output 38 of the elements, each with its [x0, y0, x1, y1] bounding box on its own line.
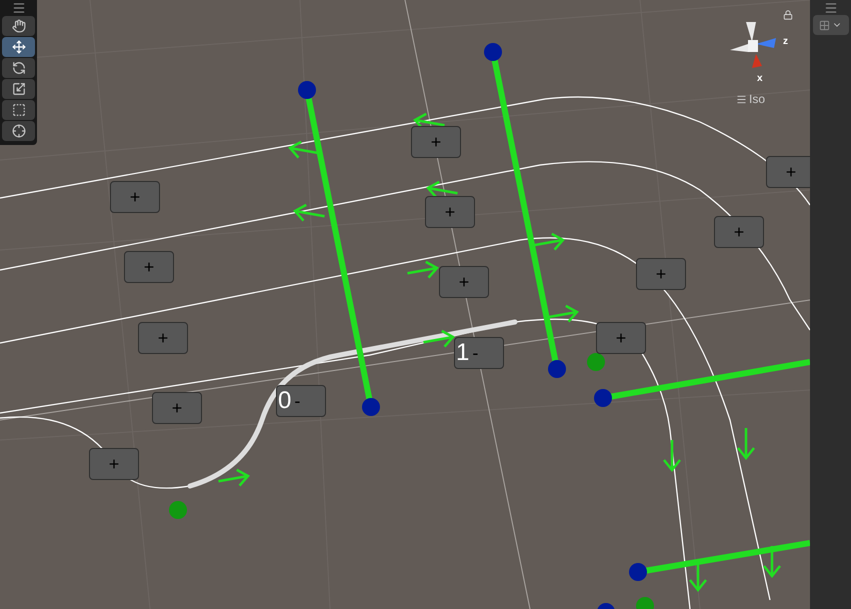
rect-tool-button[interactable]: [2, 100, 35, 120]
add-point-button[interactable]: +: [110, 181, 160, 213]
z-axis-label: z: [783, 35, 788, 49]
add-point-button[interactable]: +: [714, 216, 764, 248]
scale-arrow-icon: [12, 82, 26, 96]
drag-handle-icon[interactable]: [12, 1, 26, 15]
menu-icon[interactable]: [736, 94, 747, 104]
add-point-button[interactable]: +: [411, 126, 461, 158]
scale-tool-button[interactable]: [2, 79, 35, 99]
add-point-button[interactable]: +: [138, 322, 188, 354]
rotate-tool-button[interactable]: [2, 58, 35, 78]
add-point-button[interactable]: +: [636, 258, 686, 290]
add-point-button[interactable]: +: [89, 448, 139, 480]
dashed-square-icon: [12, 103, 26, 117]
scene-view[interactable]: + + + + + + + + + + + + 0- 1- z x Iso: [0, 0, 810, 609]
move-arrows-icon: [12, 40, 26, 54]
transform-tool-button[interactable]: [2, 121, 35, 141]
add-point-button[interactable]: +: [152, 392, 202, 424]
hand-icon: [12, 19, 26, 33]
add-point-button[interactable]: +: [596, 322, 646, 354]
add-point-button[interactable]: +: [124, 251, 174, 283]
hand-tool-button[interactable]: [2, 16, 35, 36]
drag-handle-icon[interactable]: [824, 1, 838, 15]
grid-icon: [819, 20, 830, 30]
remove-node-button[interactable]: -: [294, 392, 300, 410]
x-axis-label: x: [757, 72, 763, 86]
add-point-button[interactable]: +: [425, 196, 475, 228]
projection-label[interactable]: Iso: [749, 90, 766, 108]
lock-icon[interactable]: [783, 10, 793, 20]
node-index: 0: [278, 389, 292, 413]
gizmo-dropdown-button[interactable]: [812, 15, 848, 35]
rotate-arrows-icon: [12, 61, 26, 75]
add-point-button[interactable]: +: [439, 266, 489, 298]
crosshair-icon: [12, 124, 26, 138]
node-index: 1: [456, 341, 470, 365]
add-point-button[interactable]: +: [766, 156, 810, 188]
remove-node-button[interactable]: -: [472, 344, 478, 362]
move-tool-button[interactable]: [2, 37, 35, 57]
